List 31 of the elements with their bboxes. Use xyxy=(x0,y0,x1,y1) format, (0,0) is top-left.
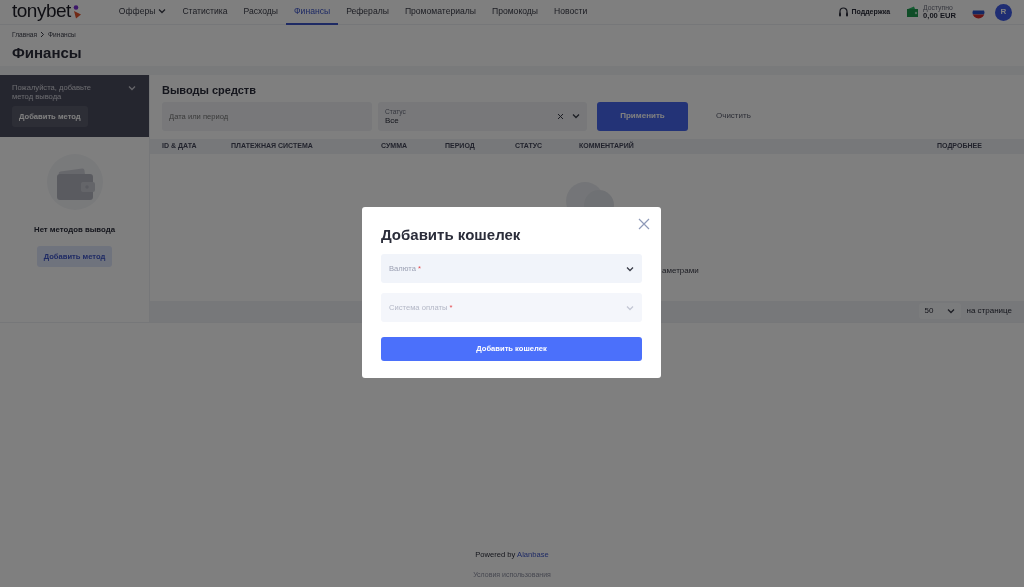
nav-link[interactable]: Новости xyxy=(546,0,596,25)
apply-button[interactable]: Применить xyxy=(597,101,688,131)
nav-link[interactable]: Промоматериалы xyxy=(396,0,484,25)
chevron-down-icon xyxy=(626,265,634,272)
per-page-select[interactable]: 50 xyxy=(918,303,961,320)
status-value: Все xyxy=(385,116,400,126)
empty-table-text: аметрами xyxy=(662,264,699,277)
nav-link[interactable]: Финансы xyxy=(286,0,339,25)
section-title: Выводы средств xyxy=(162,82,258,97)
chevron-down-icon xyxy=(128,84,137,91)
chevron-right-icon xyxy=(40,31,46,39)
nav-link[interactable]: Расходы xyxy=(235,0,287,25)
chevron-down-icon xyxy=(572,113,580,120)
per-page-value: 50 xyxy=(924,305,934,318)
clear-button[interactable]: Очистить xyxy=(696,110,771,123)
headset-icon xyxy=(837,6,849,18)
logo[interactable]: tonybet xyxy=(12,0,71,20)
page-title: Финансы xyxy=(11,42,83,63)
wallet-icon xyxy=(906,6,920,18)
chevron-down-icon xyxy=(946,308,955,315)
per-page-label: на странице xyxy=(966,305,1012,318)
avatar[interactable]: R xyxy=(995,3,1012,21)
close-icon[interactable] xyxy=(638,218,650,230)
logo-mark-icon xyxy=(71,4,83,19)
nav-link[interactable]: Офферы xyxy=(110,0,175,25)
nav-link[interactable]: Статистика xyxy=(174,0,236,25)
clear-icon xyxy=(557,112,564,120)
nav-link[interactable]: Промокоды xyxy=(483,0,547,25)
chevron-down-icon xyxy=(626,304,634,311)
nav-link[interactable]: Рефералы xyxy=(338,0,397,25)
dialog-title: Добавить кошелек xyxy=(381,225,522,245)
